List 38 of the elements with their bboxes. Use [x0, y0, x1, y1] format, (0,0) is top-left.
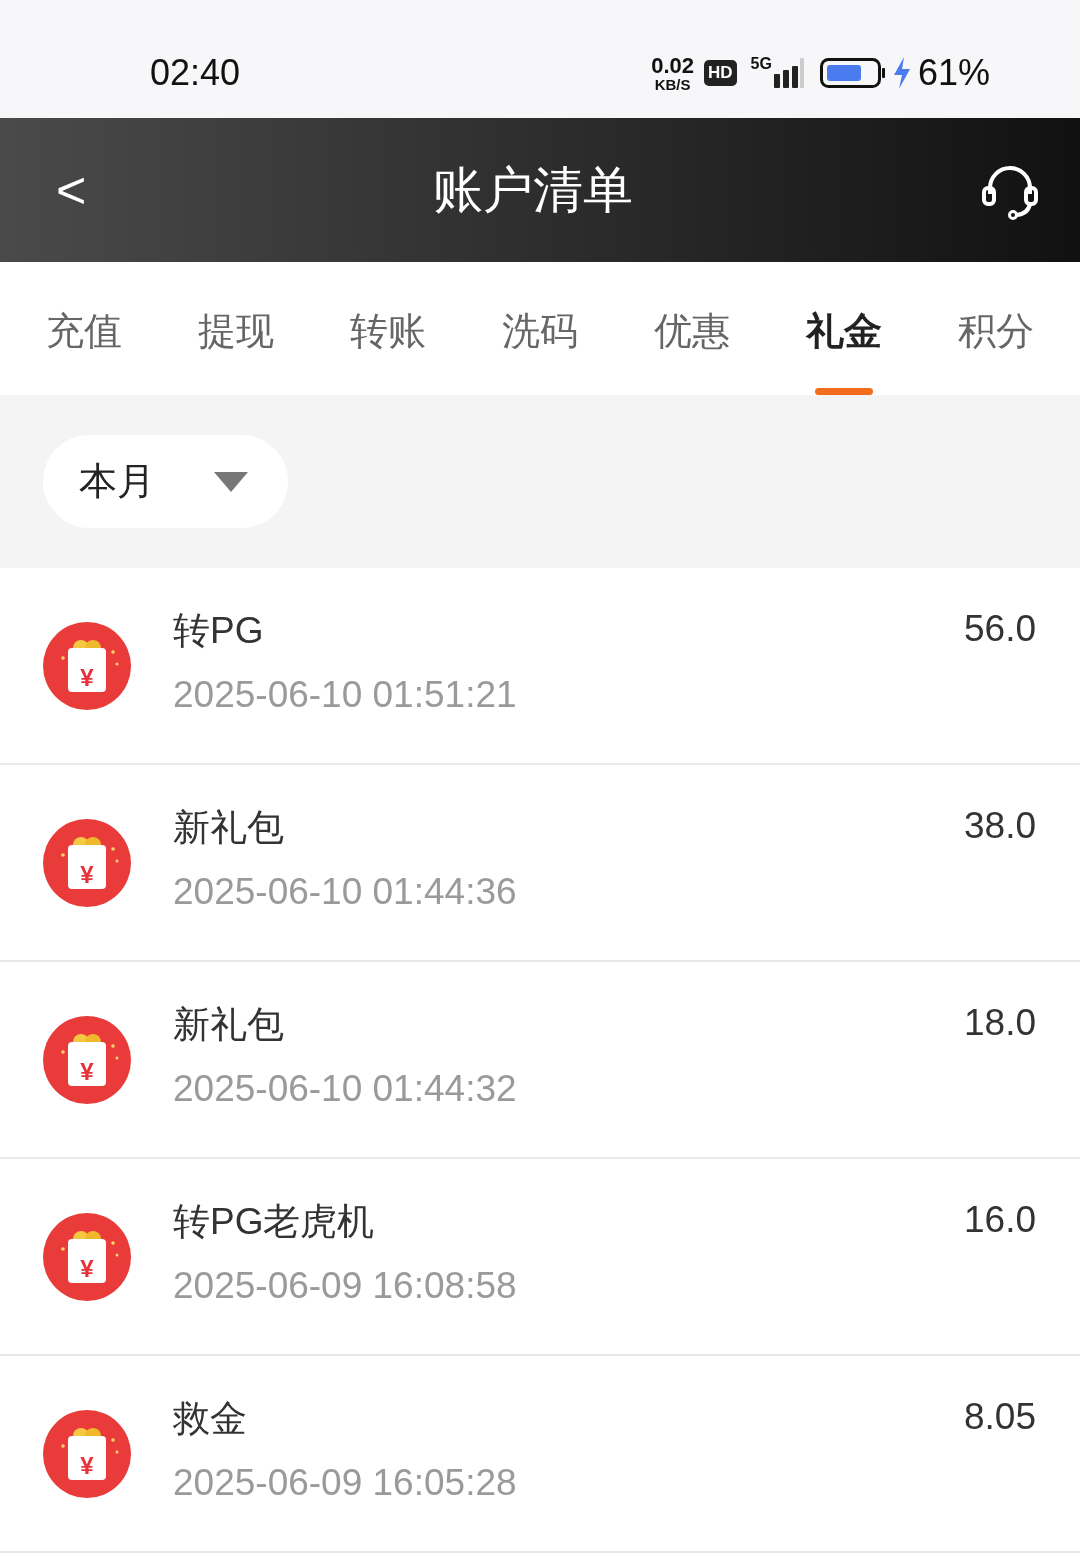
battery-percent: 61%	[917, 52, 990, 94]
record-amount: 38.0	[964, 805, 1036, 847]
record-title: 转PG老虎机	[173, 1200, 376, 1244]
network-speed: 0.02 KB/S	[651, 54, 695, 92]
record-amount: 8.05	[964, 1396, 1036, 1438]
back-button[interactable]: <	[56, 160, 87, 220]
record-title: 新礼包	[173, 806, 285, 850]
tab[interactable]: 提现	[160, 268, 312, 395]
clock: 02:40	[150, 52, 242, 94]
page-title: 账户清单	[433, 160, 634, 220]
month-dropdown[interactable]: 本月	[43, 435, 288, 528]
hd-badge: HD	[704, 60, 737, 86]
envelope-icon: ¥	[43, 1212, 131, 1301]
envelope-icon: ¥	[43, 1015, 131, 1104]
record-time: 2025-06-10 01:44:32	[173, 1068, 518, 1110]
record-amount: 16.0	[964, 1199, 1036, 1241]
tab[interactable]: 洗码	[464, 268, 616, 395]
tab[interactable]: 优惠	[616, 268, 768, 395]
record-time: 2025-06-10 01:44:36	[173, 871, 518, 913]
tab[interactable]: 转账	[312, 268, 464, 395]
signal-icon	[773, 58, 804, 88]
envelope-icon: ¥	[43, 818, 131, 907]
envelope-icon: ¥	[43, 621, 131, 710]
network-type: 5G	[750, 55, 772, 73]
record-title: 新礼包	[173, 1003, 285, 1047]
tab[interactable]: 礼金	[768, 268, 920, 395]
record-amount: 18.0	[964, 1002, 1036, 1044]
record-title: 转PG	[173, 609, 265, 653]
tab[interactable]: 积分	[920, 268, 1072, 395]
record-time: 2025-06-09 16:08:58	[173, 1265, 518, 1307]
record-time: 2025-06-10 01:51:21	[173, 674, 518, 716]
record-title: 救金	[173, 1397, 248, 1441]
record-amount: 56.0	[964, 608, 1036, 650]
battery-icon	[819, 58, 886, 88]
tab[interactable]: 充值	[8, 268, 160, 395]
dropdown-caret-icon	[214, 471, 248, 492]
envelope-icon: ¥	[43, 1409, 131, 1498]
record-time: 2025-06-09 16:05:28	[173, 1462, 518, 1504]
